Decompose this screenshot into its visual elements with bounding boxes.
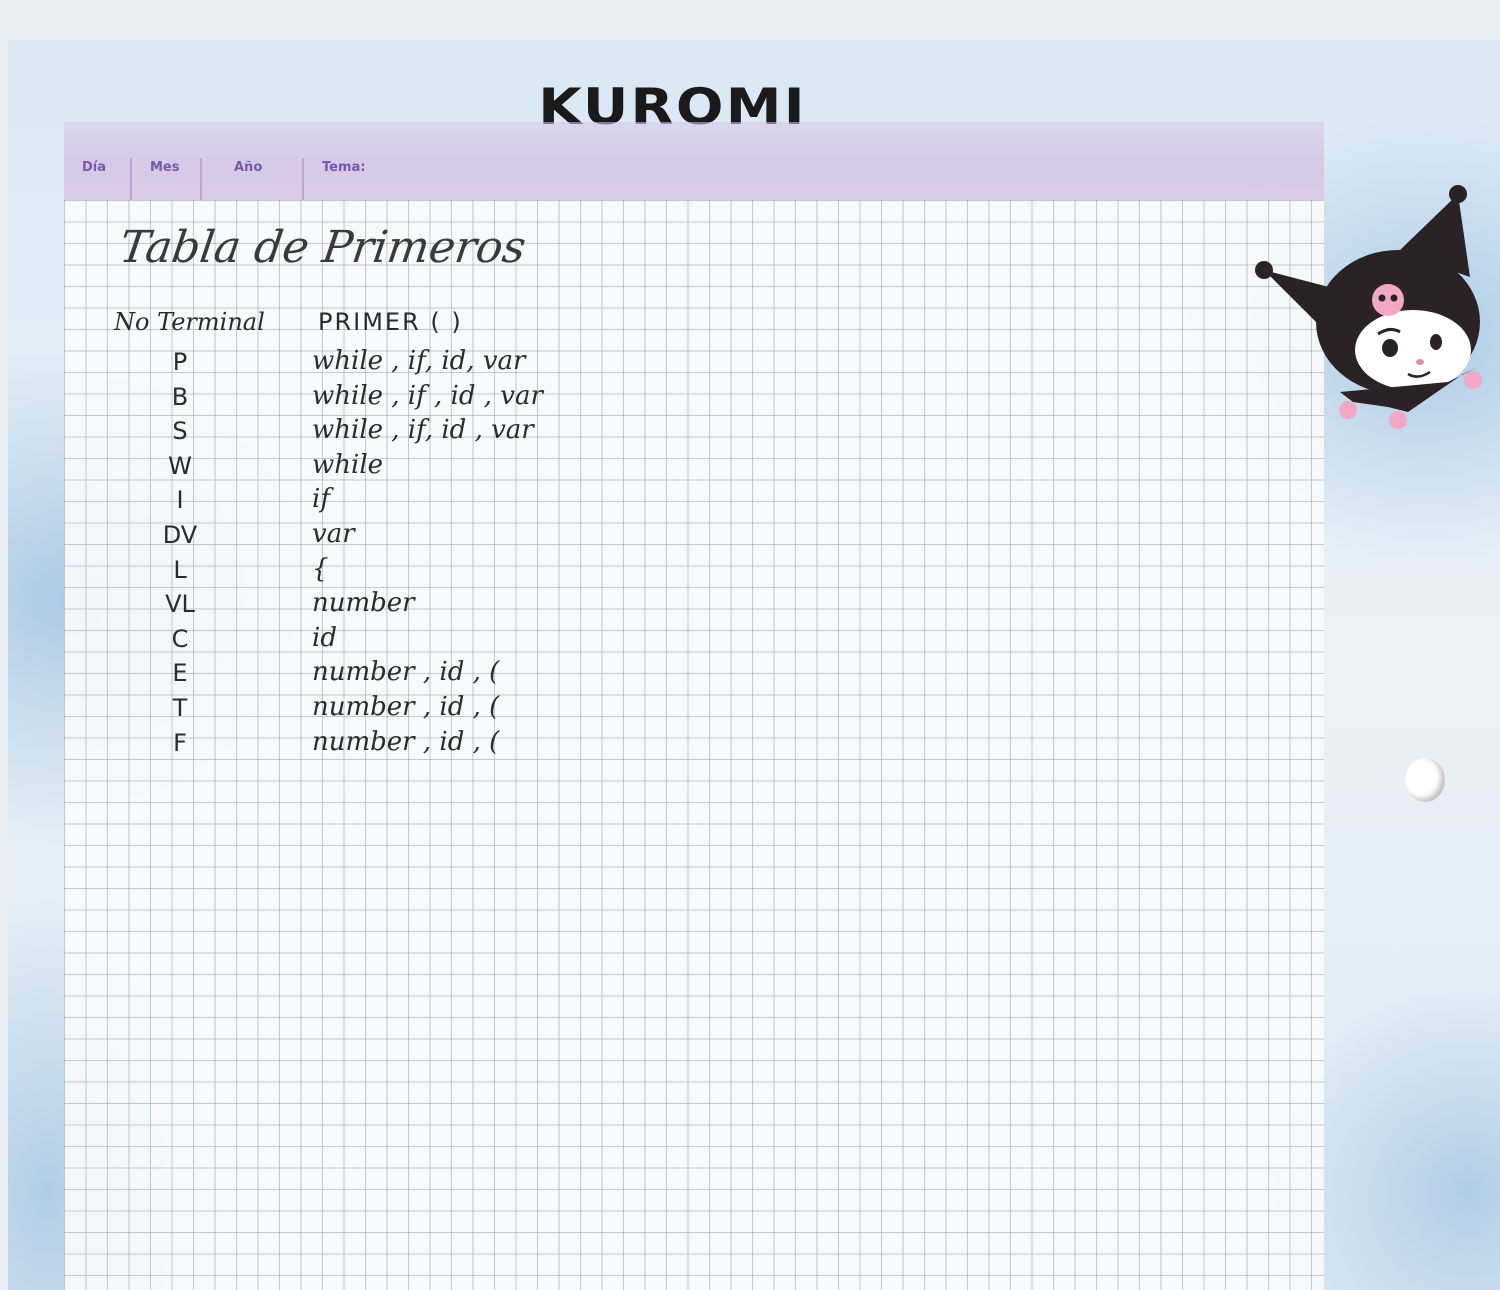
- kuromi-character-icon: [1255, 185, 1482, 429]
- nonterminal-cell: E: [172, 659, 188, 688]
- nonterminal-cell: S: [172, 417, 188, 446]
- nonterminal-cell: L: [173, 555, 187, 584]
- header-separator: [130, 158, 132, 200]
- header-month-label: Mes: [150, 160, 180, 175]
- header-day-label: Día: [82, 160, 107, 175]
- nonterminal-cell: C: [171, 624, 189, 653]
- column-header-first: PRIMER ( ): [318, 308, 463, 336]
- first-set-cell: while: [312, 449, 384, 480]
- first-set-cell: if: [312, 484, 330, 515]
- nonterminal-cell: F: [173, 728, 187, 757]
- nonterminal-cell: P: [172, 348, 188, 376]
- nonterminal-cell: B: [171, 382, 189, 411]
- header-topic-label: Tema:: [322, 160, 366, 175]
- first-set-cell: while , if , id , var: [312, 380, 543, 411]
- handwritten-heading: Tabla de Primeros: [116, 222, 529, 273]
- first-set-cell: number: [312, 588, 415, 619]
- first-set-cell: number , id , (: [312, 692, 500, 722]
- nonterminal-cell: I: [176, 486, 184, 515]
- first-set-cell: {: [312, 553, 329, 584]
- first-set-cell: number , id , (: [312, 657, 500, 688]
- first-set-cell: var: [312, 519, 355, 549]
- header-separator: [200, 158, 202, 200]
- nonterminal-cell: VL: [165, 590, 195, 619]
- nonterminal-cell: T: [172, 694, 188, 722]
- column-header-nonterminal: No Terminal: [114, 308, 265, 336]
- first-set-cell: while , if, id, var: [312, 346, 526, 376]
- nonterminal-cell: DV: [162, 521, 198, 549]
- binder-hole: [1405, 758, 1445, 802]
- header-separator: [302, 158, 304, 200]
- grid-paper: [64, 200, 1324, 1290]
- header-year-label: Año: [234, 160, 263, 175]
- first-set-cell: id: [312, 622, 337, 653]
- first-set-cell: while , if, id , var: [312, 415, 534, 446]
- nonterminal-cell: W: [168, 451, 192, 480]
- first-set-cell: number , id , (: [312, 726, 500, 757]
